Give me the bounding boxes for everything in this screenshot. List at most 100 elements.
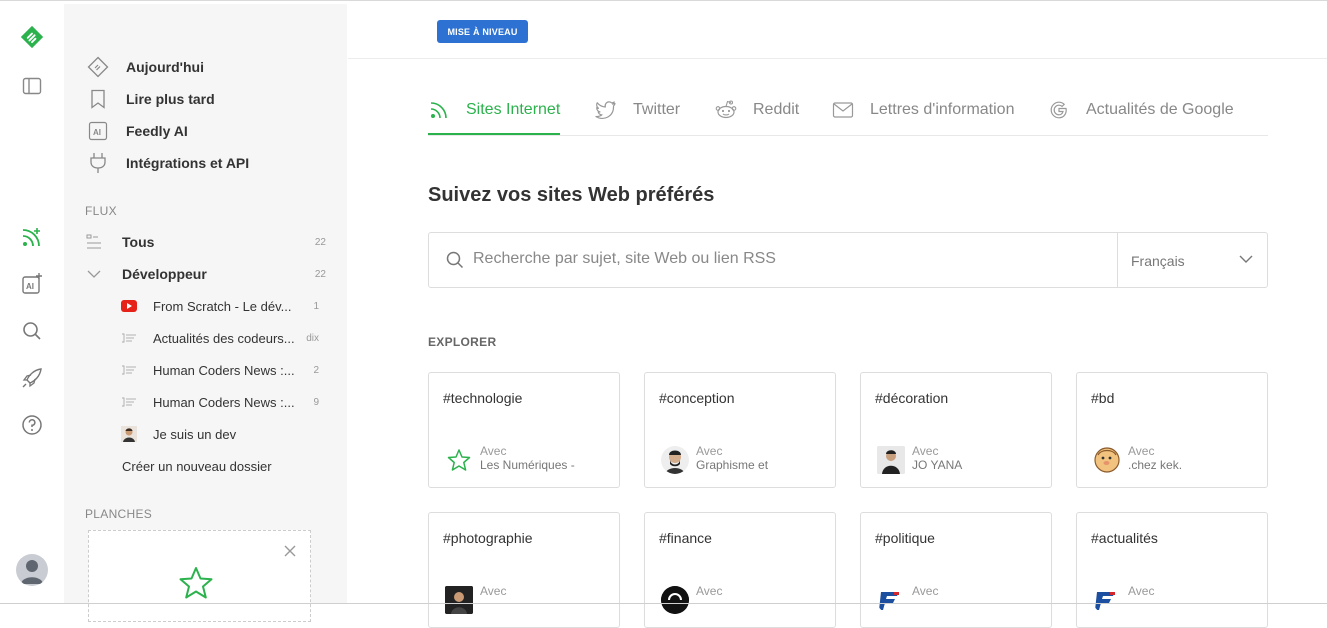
source-label: Actualités des codeurs...	[153, 330, 295, 346]
sidebar-item-label: Lire plus tard	[126, 91, 215, 107]
source-label: Human Coders News :...	[153, 394, 295, 410]
topic-tag: #décoration	[875, 390, 949, 406]
tab-label: Actualités de Google	[1086, 101, 1234, 118]
unread-count: 9	[313, 396, 319, 408]
topic-card-finance[interactable]: #finance Avec	[644, 512, 836, 628]
with-label: Avec	[696, 444, 723, 458]
topic-card-actualites[interactable]: #actualités Avec	[1076, 512, 1268, 628]
reddit-icon	[715, 99, 737, 121]
feed-all-label: Tous	[122, 234, 155, 250]
topic-card-technologie[interactable]: #technologie Avec Les Numériques -	[428, 372, 620, 488]
chevron-down-icon[interactable]	[86, 269, 106, 279]
topic-tag: #conception	[659, 390, 735, 406]
newspaper-logo-icon	[1093, 586, 1121, 614]
flux-section-title: FLUX	[85, 204, 117, 218]
tab-label: Lettres d'information	[870, 101, 1015, 118]
sidebar-item-today[interactable]: Aujourd'hui	[86, 55, 204, 79]
explorer-section-title: EXPLORER	[428, 335, 497, 349]
topic-card-conception[interactable]: #conception Avec Graphisme et	[644, 372, 836, 488]
unread-count: dix	[306, 332, 319, 344]
upgrade-button[interactable]: MISE À NIVEAU	[437, 20, 528, 43]
user-avatar[interactable]	[16, 554, 48, 586]
sidebar-item-label: Aujourd'hui	[126, 59, 204, 75]
header-divider	[348, 58, 1327, 59]
source-item[interactable]: Human Coders News :... 9	[121, 390, 319, 414]
topic-card-decoration[interactable]: #décoration Avec JO YANA	[860, 372, 1052, 488]
source-name: .chez kek.	[1128, 458, 1183, 472]
source-tabs: Sites Internet Twitter Reddit Lettres d'…	[428, 99, 1268, 136]
source-name: JO YANA	[912, 458, 963, 472]
twitter-icon	[595, 99, 617, 121]
sidebar-toggle-icon[interactable]	[20, 74, 44, 98]
with-label: Avec	[696, 584, 723, 598]
folder-label: Développeur	[122, 266, 207, 282]
main-content: MISE À NIVEAU Sites Internet Twitter Red…	[348, 3, 1327, 628]
today-icon	[86, 55, 110, 79]
topic-tag: #bd	[1091, 390, 1115, 406]
tab-label: Reddit	[753, 101, 800, 118]
tab-twitter[interactable]: Twitter	[595, 99, 680, 135]
source-label: Je suis un dev	[153, 426, 237, 442]
with-label: Avec	[912, 444, 939, 458]
topic-card-politique[interactable]: #politique Avec	[860, 512, 1052, 628]
source-item[interactable]: Human Coders News :... 2	[121, 358, 319, 382]
icon-rail: AI	[0, 3, 65, 604]
sidebar-item-integrations[interactable]: Intégrations et API	[86, 151, 249, 175]
mail-icon	[832, 99, 854, 121]
tab-sites-internet[interactable]: Sites Internet	[428, 99, 561, 135]
ai-badge-icon: AI	[86, 119, 110, 143]
google-icon	[1048, 99, 1070, 121]
rocket-icon[interactable]	[20, 366, 44, 390]
chevron-down-icon	[1238, 251, 1254, 272]
tab-reddit[interactable]: Reddit	[715, 99, 799, 135]
list-icon	[86, 234, 106, 250]
feedly-logo-icon[interactable]	[20, 25, 44, 49]
feed-all[interactable]: Tous 22	[86, 230, 326, 254]
unread-count: 1	[313, 300, 319, 312]
topic-card-photographie[interactable]: #photographie Avec	[428, 512, 620, 628]
with-label: Avec	[1128, 444, 1155, 458]
tab-label: Twitter	[633, 101, 681, 118]
help-icon[interactable]	[20, 413, 44, 437]
avatar	[661, 586, 689, 614]
star-icon	[179, 566, 213, 600]
feeds-rss-icon[interactable]	[20, 225, 44, 249]
star-logo-icon	[445, 446, 473, 474]
folder-developpeur[interactable]: Développeur 22	[86, 262, 326, 286]
language-select[interactable]: Français	[1117, 233, 1268, 287]
page-title: Suivez vos sites Web préférés	[428, 184, 715, 206]
source-item[interactable]: From Scratch - Le dév... 1	[121, 294, 319, 318]
newspaper-logo-icon	[877, 586, 905, 614]
source-label: Human Coders News :...	[153, 362, 295, 378]
sidebar-item-label: Feedly AI	[126, 123, 188, 139]
source-name: Les Numériques -	[480, 458, 575, 472]
cartoon-avatar-icon	[1093, 446, 1121, 474]
tab-newsletters[interactable]: Lettres d'information	[832, 99, 1014, 135]
search-icon	[445, 250, 465, 275]
youtube-icon	[121, 298, 137, 314]
source-label: From Scratch - Le dév...	[153, 298, 292, 314]
unread-count: 22	[314, 268, 326, 280]
topic-tag: #photographie	[443, 530, 533, 546]
source-item[interactable]: Actualités des codeurs... dix	[121, 326, 319, 350]
unread-count: 22	[314, 236, 326, 248]
create-folder-link[interactable]: Créer un nouveau dossier	[122, 459, 272, 474]
feed-thumbnail-icon	[121, 362, 137, 378]
tab-label: Sites Internet	[466, 101, 561, 118]
tab-google-news[interactable]: Actualités de Google	[1048, 99, 1234, 135]
search-input[interactable]: Recherche par sujet, site Web ou lien RS…	[473, 250, 776, 268]
svg-text:AI: AI	[26, 282, 34, 291]
with-label: Avec	[912, 584, 939, 598]
search-bar: Recherche par sujet, site Web ou lien RS…	[428, 232, 1268, 288]
search-icon[interactable]	[20, 319, 44, 343]
close-icon[interactable]	[284, 545, 296, 557]
source-item[interactable]: Je suis un dev	[121, 422, 319, 446]
sidebar: Aujourd'hui Lire plus tard AI Feedly AI …	[64, 3, 347, 622]
sidebar-item-feedly-ai[interactable]: AI Feedly AI	[86, 119, 188, 143]
topic-card-bd[interactable]: #bd Avec .chez kek.	[1076, 372, 1268, 488]
ai-add-icon[interactable]: AI	[20, 272, 44, 296]
avatar	[877, 446, 905, 474]
bookmark-icon	[86, 87, 110, 111]
unread-count: 2	[313, 364, 319, 376]
sidebar-item-read-later[interactable]: Lire plus tard	[86, 87, 215, 111]
